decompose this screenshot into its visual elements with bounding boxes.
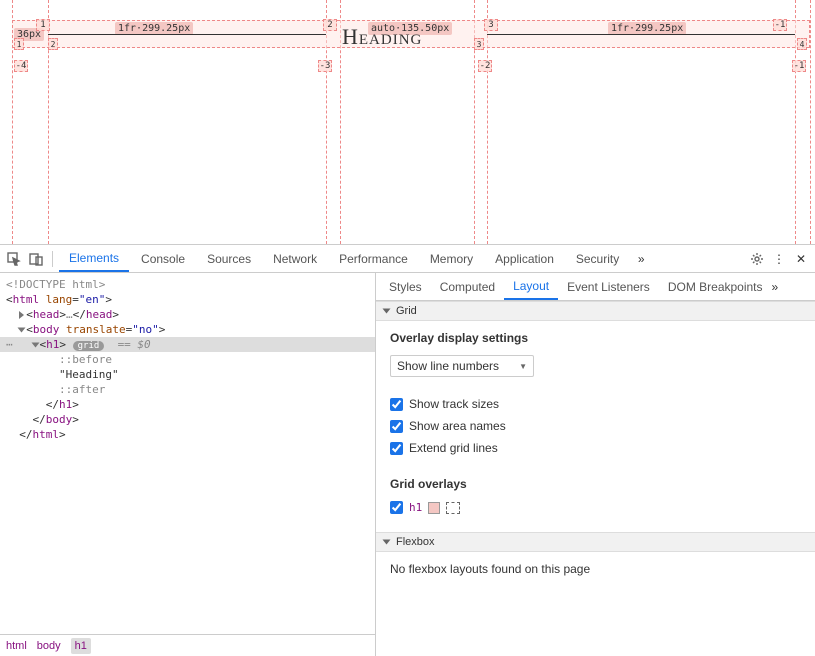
chevron-down-icon: ▼ (519, 362, 527, 371)
tab-console[interactable]: Console (131, 245, 195, 272)
overlay-settings-title: Overlay display settings (390, 331, 801, 345)
tab-styles[interactable]: Styles (380, 273, 431, 300)
overlay-h1-checkbox[interactable] (390, 501, 403, 514)
heading-text: Heading (342, 24, 422, 50)
grid-line-num: -4 (14, 60, 28, 72)
tab-application[interactable]: Application (485, 245, 564, 272)
grid-line-num: 1 (36, 19, 50, 31)
devtools-tabbar: Elements Console Sources Network Perform… (0, 245, 815, 273)
sidebar-pane: Styles Computed Layout Event Listeners D… (376, 273, 815, 656)
grid-line-num: -3 (318, 60, 332, 72)
page-viewport: 36px 1fr·299.25px auto·135.50px 1fr·299.… (0, 0, 815, 244)
line-numbers-select[interactable]: Show line numbers▼ (390, 355, 534, 377)
tab-memory[interactable]: Memory (420, 245, 483, 272)
grid-badge[interactable]: grid (73, 341, 105, 351)
more-tabs-icon[interactable]: » (631, 249, 651, 269)
doctype: <!DOCTYPE html> (6, 278, 105, 291)
flex-empty-text: No flexbox layouts found on this page (390, 562, 801, 576)
overlay-h1-label: h1 (409, 501, 422, 514)
show-track-sizes-label: Show track sizes (409, 397, 499, 411)
grid-line-num: 3 (484, 19, 498, 31)
tab-sources[interactable]: Sources (197, 245, 261, 272)
show-area-names-checkbox[interactable] (390, 420, 403, 433)
tab-layout[interactable]: Layout (504, 273, 558, 300)
show-area-names-label: Show area names (409, 419, 506, 433)
flex-section-header[interactable]: Flexbox (376, 532, 815, 552)
tab-dom-breakpoints[interactable]: DOM Breakpoints (659, 273, 772, 300)
selected-node[interactable]: ⋯ <h1> grid == $0 (0, 337, 375, 352)
crumb-h1[interactable]: h1 (71, 638, 91, 654)
inspect-icon[interactable] (4, 249, 24, 269)
more-side-tabs-icon[interactable]: » (772, 280, 779, 294)
show-track-sizes-checkbox[interactable] (390, 398, 403, 411)
tab-event-listeners[interactable]: Event Listeners (558, 273, 659, 300)
gear-icon[interactable] (747, 249, 767, 269)
extend-grid-lines-label: Extend grid lines (409, 441, 498, 455)
grid-section-header[interactable]: Grid (376, 301, 815, 321)
elements-pane: <!DOCTYPE html> <html lang="en"> <head>…… (0, 273, 376, 656)
device-icon[interactable] (26, 249, 46, 269)
grid-overlays-title: Grid overlays (390, 477, 801, 491)
tab-elements[interactable]: Elements (59, 245, 129, 272)
devtools-panel: Elements Console Sources Network Perform… (0, 244, 815, 656)
grid-line-num: -2 (478, 60, 492, 72)
tab-computed[interactable]: Computed (431, 273, 504, 300)
tab-security[interactable]: Security (566, 245, 629, 272)
grid-line-num: 2 (48, 38, 58, 50)
kebab-icon[interactable]: ⋮ (769, 249, 789, 269)
grid-line-num: 1 (14, 38, 24, 50)
extend-grid-lines-checkbox[interactable] (390, 442, 403, 455)
dom-tree[interactable]: <!DOCTYPE html> <html lang="en"> <head>…… (0, 273, 375, 634)
grid-line-num: 3 (474, 38, 484, 50)
crumb-body[interactable]: body (37, 640, 61, 652)
crumb-html[interactable]: html (6, 640, 27, 652)
grid-line-num: -1 (792, 60, 806, 72)
grid-line-num: 2 (323, 19, 337, 31)
overlay-reveal-icon[interactable] (446, 502, 460, 514)
grid-line-num: -1 (773, 19, 787, 31)
close-icon[interactable]: ✕ (791, 249, 811, 269)
overlay-color-swatch[interactable] (428, 502, 440, 514)
tab-network[interactable]: Network (263, 245, 327, 272)
tab-performance[interactable]: Performance (329, 245, 418, 272)
sidebar-tabs: Styles Computed Layout Event Listeners D… (376, 273, 815, 301)
grid-line-num: 4 (797, 38, 807, 50)
breadcrumb: html body h1 (0, 634, 375, 656)
